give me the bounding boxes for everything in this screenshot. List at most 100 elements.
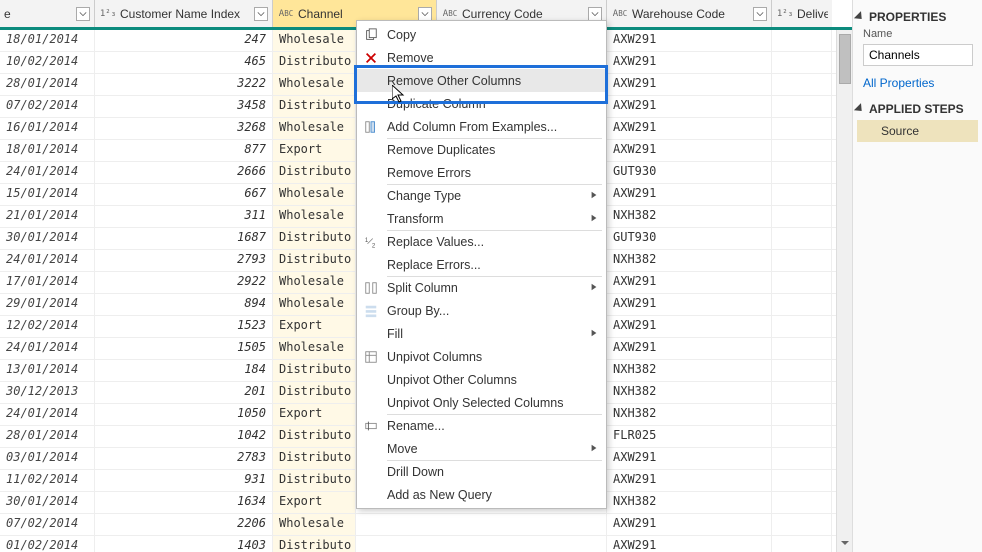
cell-date: 07/02/2014	[0, 514, 95, 535]
split-icon	[363, 280, 379, 296]
cell-warehouse: FLR025	[607, 426, 772, 447]
menu-add-column-from-examples[interactable]: Add Column From Examples...	[357, 115, 606, 138]
menu-add-as-new-query[interactable]: Add as New Query	[357, 483, 606, 506]
menu-remove-errors[interactable]: Remove Errors	[357, 161, 606, 184]
header-date[interactable]: e	[0, 0, 95, 27]
cell-date: 30/01/2014	[0, 228, 95, 249]
menu-label: Remove Other Columns	[387, 74, 521, 88]
cell-warehouse: AXW291	[607, 184, 772, 205]
cell-warehouse: AXW291	[607, 514, 772, 535]
context-menu: Copy Remove Remove Other Columns Duplica…	[356, 20, 607, 509]
menu-label: Replace Values...	[387, 235, 484, 249]
menu-label: Drill Down	[387, 465, 444, 479]
cell-date: 21/01/2014	[0, 206, 95, 227]
cell-date: 01/02/2014	[0, 536, 95, 552]
cell-delivery	[772, 206, 832, 227]
menu-unpivot-selected-columns[interactable]: Unpivot Only Selected Columns	[357, 391, 606, 414]
filter-dropdown-icon[interactable]	[254, 7, 268, 21]
cell-warehouse: AXW291	[607, 470, 772, 491]
cell-channel: Distributo	[273, 448, 356, 469]
cell-date: 13/01/2014	[0, 360, 95, 381]
menu-label: Copy	[387, 28, 416, 42]
filter-dropdown-icon[interactable]	[753, 7, 767, 21]
vertical-scrollbar[interactable]	[836, 30, 852, 552]
cell-date: 15/01/2014	[0, 184, 95, 205]
cell-date: 24/01/2014	[0, 338, 95, 359]
cell-customer-index: 2206	[95, 514, 273, 535]
cell-customer-index: 2666	[95, 162, 273, 183]
cell-delivery	[772, 96, 832, 117]
cell-customer-index: 877	[95, 140, 273, 161]
menu-duplicate-column[interactable]: Duplicate Column	[357, 92, 606, 115]
cell-delivery	[772, 338, 832, 359]
menu-copy[interactable]: Copy	[357, 23, 606, 46]
scroll-down-arrow[interactable]	[839, 536, 851, 550]
filter-dropdown-icon[interactable]	[76, 7, 90, 21]
remove-icon	[363, 50, 379, 66]
menu-group-by[interactable]: Group By...	[357, 299, 606, 322]
cell-customer-index: 667	[95, 184, 273, 205]
replace-icon: 12	[363, 234, 379, 250]
cell-channel: Distributo	[273, 470, 356, 491]
cell-warehouse: AXW291	[607, 52, 772, 73]
query-name-input[interactable]	[863, 44, 973, 66]
cell-channel: Export	[273, 316, 356, 337]
query-settings-panel: PROPERTIES Name All Properties APPLIED S…	[852, 0, 982, 552]
cell-warehouse: AXW291	[607, 30, 772, 51]
header-customer-index[interactable]: 1²₃ Customer Name Index	[95, 0, 273, 27]
header-label: e	[4, 7, 76, 21]
header-label: Customer Name Index	[120, 7, 254, 21]
menu-unpivot-other-columns[interactable]: Unpivot Other Columns	[357, 368, 606, 391]
menu-remove-duplicates[interactable]: Remove Duplicates	[357, 138, 606, 161]
copy-icon	[363, 27, 379, 43]
scrollbar-thumb[interactable]	[839, 34, 851, 84]
menu-label: Group By...	[387, 304, 449, 318]
cell-date: 30/01/2014	[0, 492, 95, 513]
cell-warehouse: AXW291	[607, 536, 772, 552]
menu-replace-values[interactable]: 12 Replace Values...	[357, 230, 606, 253]
menu-label: Change Type	[387, 189, 461, 203]
header-warehouse[interactable]: ABC Warehouse Code	[607, 0, 772, 27]
cell-delivery	[772, 294, 832, 315]
cell-warehouse: AXW291	[607, 118, 772, 139]
table-row[interactable]: 01/02/20141403DistributoAXW291	[0, 536, 852, 552]
menu-transform[interactable]: Transform	[357, 207, 606, 230]
cell-channel: Distributo	[273, 382, 356, 403]
menu-label: Split Column	[387, 281, 458, 295]
menu-move[interactable]: Move	[357, 437, 606, 460]
menu-replace-errors[interactable]: Replace Errors...	[357, 253, 606, 276]
cell-date: 12/02/2014	[0, 316, 95, 337]
cell-warehouse: NXH382	[607, 250, 772, 271]
cell-customer-index: 1042	[95, 426, 273, 447]
filter-dropdown-icon[interactable]	[418, 7, 432, 21]
all-properties-link[interactable]: All Properties	[863, 76, 972, 90]
cell-delivery	[772, 514, 832, 535]
menu-rename[interactable]: Rename...	[357, 414, 606, 437]
cell-currency	[356, 536, 607, 552]
menu-split-column[interactable]: Split Column	[357, 276, 606, 299]
properties-header[interactable]: PROPERTIES	[859, 10, 976, 24]
cell-delivery	[772, 360, 832, 381]
menu-label: Unpivot Only Selected Columns	[387, 396, 563, 410]
cell-date: 17/01/2014	[0, 272, 95, 293]
header-label: Currency Code	[462, 7, 588, 21]
cell-customer-index: 311	[95, 206, 273, 227]
menu-unpivot-columns[interactable]: Unpivot Columns	[357, 345, 606, 368]
unpivot-icon	[363, 349, 379, 365]
menu-fill[interactable]: Fill	[357, 322, 606, 345]
filter-dropdown-icon[interactable]	[588, 7, 602, 21]
header-delivery[interactable]: 1²₃ Deliver	[772, 0, 832, 27]
menu-remove[interactable]: Remove	[357, 46, 606, 69]
cell-warehouse: AXW291	[607, 448, 772, 469]
menu-drill-down[interactable]: Drill Down	[357, 460, 606, 483]
cell-delivery	[772, 404, 832, 425]
cell-customer-index: 3222	[95, 74, 273, 95]
cell-date: 24/01/2014	[0, 162, 95, 183]
applied-steps-header[interactable]: APPLIED STEPS	[859, 102, 976, 116]
menu-remove-other-columns[interactable]: Remove Other Columns	[357, 69, 606, 92]
table-row[interactable]: 07/02/20142206WholesaleAXW291	[0, 514, 852, 536]
step-source[interactable]: Source	[857, 120, 978, 142]
menu-change-type[interactable]: Change Type	[357, 184, 606, 207]
cell-currency	[356, 514, 607, 535]
cell-customer-index: 201	[95, 382, 273, 403]
